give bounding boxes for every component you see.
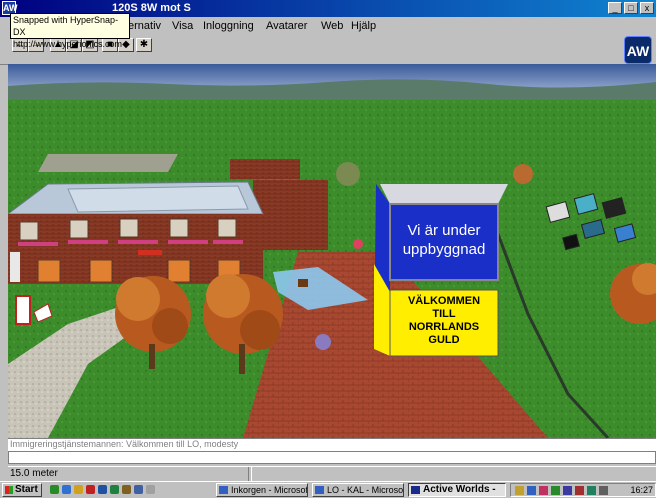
welcome-line-2: TILL: [432, 308, 456, 320]
menu-visa[interactable]: Visa: [172, 20, 193, 32]
ie-icon[interactable]: [62, 485, 71, 494]
tray-icon-2[interactable]: [527, 486, 536, 495]
app-2-icon[interactable]: [110, 485, 119, 494]
app-4-icon[interactable]: [134, 485, 143, 494]
welcome-sign: VÄLKOMMEN TILL NORRLANDS GULD: [390, 295, 498, 347]
status-bar: 15.0 meter: [8, 466, 656, 481]
menu-hjalp[interactable]: Hjälp: [351, 20, 376, 32]
menu-avatarer[interactable]: Avatarer: [266, 20, 307, 32]
desktop-icon[interactable]: [50, 485, 59, 494]
browser-icon: [315, 486, 324, 494]
taskbar-button-active-worlds[interactable]: Active Worlds -: [408, 483, 506, 497]
aw-icon: [411, 486, 420, 494]
system-tray: 16:27: [510, 483, 656, 497]
taskbar: Start Inkorgen - Microsof... LO - KAL - …: [0, 481, 656, 498]
billboard-line-1: Vi är under: [407, 222, 481, 239]
billboard-line-2: uppbyggnad: [402, 241, 486, 258]
aw-logo: AW: [624, 36, 652, 64]
status-divider: [248, 467, 252, 481]
menu-alternativ[interactable]: ernativ: [128, 20, 161, 32]
world-scene: [8, 64, 656, 438]
close-button[interactable]: x: [640, 2, 654, 14]
menu-web[interactable]: Web: [321, 20, 343, 32]
distance-readout: 15.0 meter: [10, 468, 58, 479]
3d-viewport[interactable]: Vi är under uppbyggnad VÄLKOMMEN TILL NO…: [8, 64, 656, 438]
tray-icon-8[interactable]: [599, 486, 608, 495]
chat-log: Immigreringstjänstemannen: Välkommen til…: [8, 438, 656, 451]
maximize-button[interactable]: □: [624, 2, 638, 14]
app-5-icon[interactable]: [146, 485, 155, 494]
watermark-line-1: Snapped with HyperSnap-DX: [13, 15, 119, 37]
tray-icon-5[interactable]: [563, 486, 572, 495]
welcome-line-4: GULD: [428, 334, 460, 346]
clock[interactable]: 16:27: [630, 485, 653, 495]
app-1-icon[interactable]: [86, 485, 95, 494]
avatar-icon[interactable]: ✱: [136, 38, 152, 52]
taskbar-button-lo-kal[interactable]: LO - KAL - Microsof...: [312, 483, 404, 497]
start-button[interactable]: Start: [2, 483, 42, 497]
taskbar-label-inbox: Inkorgen - Microsof...: [231, 485, 308, 495]
chat-input[interactable]: [8, 451, 656, 464]
app-3-icon[interactable]: [122, 485, 131, 494]
billboard-sign: Vi är under uppbyggnad: [390, 221, 498, 259]
taskbar-label-lo-kal: LO - KAL - Microsof...: [327, 485, 404, 495]
welcome-line-3: NORRLANDS: [408, 321, 480, 333]
menu-inloggning[interactable]: Inloggning: [203, 20, 254, 32]
chat-message: Immigreringstjänstemannen: Välkommen til…: [10, 439, 239, 449]
hypersnap-watermark: Snapped with HyperSnap-DX http://www.hyp…: [10, 13, 130, 49]
tray-icon-7[interactable]: [587, 486, 596, 495]
outlook-icon[interactable]: [74, 485, 83, 494]
watermark-line-2: http://www.hyperionics.com: [13, 39, 123, 49]
welcome-line-1: VÄLKOMMEN: [407, 295, 481, 307]
mail-icon: [219, 486, 228, 494]
tray-icon-1[interactable]: [515, 486, 524, 495]
tray-icon-3[interactable]: [539, 486, 548, 495]
tray-icon-6[interactable]: [575, 486, 584, 495]
minimize-button[interactable]: _: [608, 2, 622, 14]
taskbar-button-inbox[interactable]: Inkorgen - Microsof...: [216, 483, 308, 497]
tray-icon-4[interactable]: [551, 486, 560, 495]
word-icon[interactable]: [98, 485, 107, 494]
taskbar-label-active-worlds: Active Worlds -: [423, 484, 496, 495]
